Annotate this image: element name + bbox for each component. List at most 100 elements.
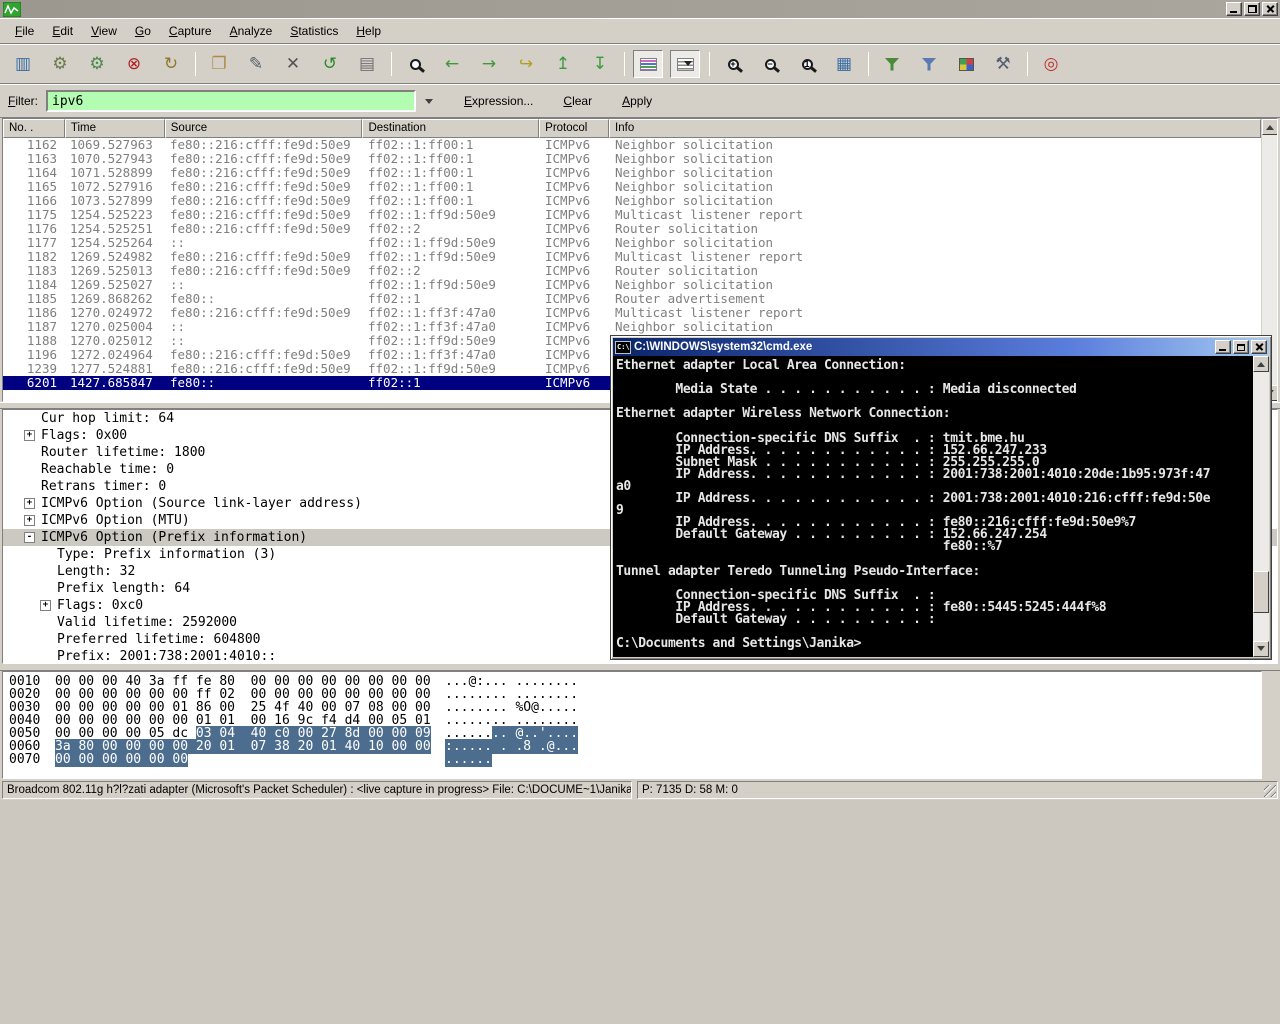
zoom-out-button[interactable]: −: [755, 50, 785, 78]
reload-capture-file-button[interactable]: ↺: [315, 50, 345, 78]
filter-input[interactable]: [46, 90, 416, 112]
cmd-close-button[interactable]: [1251, 340, 1267, 354]
find-packet-button[interactable]: [400, 50, 430, 78]
close-button[interactable]: [1262, 2, 1278, 16]
go-to-last-packet-button[interactable]: ↧: [585, 50, 615, 78]
packet-row[interactable]: 11851269.868262fe80::ff02::1ICMPv6Router…: [3, 292, 1261, 306]
display-filter-button[interactable]: [914, 50, 944, 78]
packet-row[interactable]: 11621069.527963fe80::216:cfff:fe9d:50e9f…: [3, 138, 1261, 152]
packet-row[interactable]: 11661073.527899fe80::216:cfff:fe9d:50e9f…: [3, 194, 1261, 208]
cell-dst: ff02::1:ff3f:47a0: [363, 348, 540, 362]
cell-info: Multicast listener report: [610, 306, 1261, 320]
cmd-scrollbar[interactable]: [1253, 356, 1269, 657]
detail-text: Router lifetime: 1800: [41, 445, 205, 460]
cmd-scroll-thumb[interactable]: [1253, 571, 1269, 613]
packet-row[interactable]: 11771254.525264::ff02::1:ff9d:50e9ICMPv6…: [3, 236, 1261, 250]
arrow-down-icon: [1257, 646, 1265, 655]
packet-row[interactable]: 11761254.525251fe80::216:cfff:fe9d:50e9f…: [3, 222, 1261, 236]
packet-row[interactable]: 11631070.527943fe80::216:cfff:fe9d:50e9f…: [3, 152, 1261, 166]
hex-row[interactable]: 007000 00 00 00 00 00......: [3, 753, 1261, 766]
hex-row[interactable]: 00603a 80 00 00 00 00 20 01 07 38 20 01 …: [3, 740, 1261, 753]
scroll-up-button[interactable]: [1262, 119, 1278, 135]
packet-row[interactable]: 11641071.528899fe80::216:cfff:fe9d:50e9f…: [3, 166, 1261, 180]
open-capture-file-button[interactable]: ❐: [204, 50, 234, 78]
column-header-nono[interactable]: No. .: [3, 119, 65, 138]
close-capture-file-icon: ✕: [286, 56, 300, 73]
zoom-100-button[interactable]: 1: [792, 50, 822, 78]
menu-capture[interactable]: Capture: [160, 21, 221, 41]
column-header-destination[interactable]: Destination: [362, 119, 539, 138]
packet-row[interactable]: 11861270.024972fe80::216:cfff:fe9d:50e9f…: [3, 306, 1261, 320]
expand-toggle-icon[interactable]: +: [24, 498, 35, 509]
resize-columns-button[interactable]: ▦: [829, 50, 859, 78]
go-to-first-packet-button[interactable]: ↥: [548, 50, 578, 78]
menu-statistics[interactable]: Statistics: [281, 21, 347, 41]
packet-row[interactable]: 11831269.525013fe80::216:cfff:fe9d:50e9f…: [3, 264, 1261, 278]
coloring-rules-button[interactable]: [951, 50, 981, 78]
cell-time: 1272.024964: [65, 348, 165, 362]
auto-scroll-live-capture-button[interactable]: [670, 50, 700, 78]
expand-toggle-icon[interactable]: +: [24, 515, 35, 526]
cell-dst: ff02::1:ff00:1: [363, 194, 540, 208]
column-header-protocol[interactable]: Protocol: [539, 119, 609, 138]
close-icon: [1266, 5, 1274, 13]
menu-file[interactable]: File: [6, 21, 43, 41]
expression-button[interactable]: Expression...: [460, 92, 537, 110]
go-forward-button[interactable]: →: [474, 50, 504, 78]
cell-proto: ICMPv6: [540, 306, 610, 320]
resize-grip[interactable]: [1264, 785, 1276, 797]
preferences-button[interactable]: ⚒: [988, 50, 1018, 78]
chevron-down-icon: [425, 99, 433, 108]
start-capture-button[interactable]: ⚙: [82, 50, 112, 78]
colorize-packet-list-button[interactable]: [633, 50, 663, 78]
cmd-scroll-down-button[interactable]: [1253, 641, 1269, 657]
wireshark-titlebar[interactable]: [0, 0, 1280, 18]
hex-ascii: ......: [445, 753, 492, 766]
column-header-info[interactable]: Info: [609, 119, 1261, 138]
clear-button[interactable]: Clear: [559, 92, 596, 110]
cmd-minimize-button[interactable]: [1215, 340, 1231, 354]
capture-filter-button[interactable]: [877, 50, 907, 78]
cmd-titlebar[interactable]: C:\ C:\WINDOWS\system32\cmd.exe: [613, 338, 1269, 356]
list-interfaces-button[interactable]: ▥: [8, 50, 38, 78]
pane-splitter-2[interactable]: [0, 664, 1280, 671]
minimize-button[interactable]: [1226, 2, 1242, 16]
packet-row[interactable]: 11651072.527916fe80::216:cfff:fe9d:50e9f…: [3, 180, 1261, 194]
close-capture-file-button[interactable]: ✕: [278, 50, 308, 78]
cmd-line: C:\Documents and Settings\Janika>: [616, 638, 1252, 650]
go-to-packet-button[interactable]: ↪: [511, 50, 541, 78]
zoom-in-button[interactable]: +: [718, 50, 748, 78]
hex-dump-pane[interactable]: 001000 00 00 40 3a ff fe 80 00 00 00 00 …: [2, 671, 1262, 779]
restart-capture-button[interactable]: ↻: [156, 50, 186, 78]
cell-no: 1176: [3, 222, 65, 236]
menu-view[interactable]: View: [82, 21, 126, 41]
cmd-line: IP Address. . . . . . . . . . . . : 2001…: [616, 469, 1252, 481]
stop-capture-button[interactable]: ⊗: [119, 50, 149, 78]
packet-row[interactable]: 11821269.524982fe80::216:cfff:fe9d:50e9f…: [3, 250, 1261, 264]
expand-toggle-icon[interactable]: +: [24, 430, 35, 441]
column-header-source[interactable]: Source: [165, 119, 363, 138]
apply-button[interactable]: Apply: [618, 92, 656, 110]
cmd-maximize-button[interactable]: [1233, 340, 1249, 354]
menu-edit[interactable]: Edit: [43, 21, 82, 41]
go-back-button[interactable]: ←: [437, 50, 467, 78]
expand-toggle-icon[interactable]: +: [40, 600, 51, 611]
menu-analyze[interactable]: Analyze: [221, 21, 282, 41]
restore-button[interactable]: [1244, 2, 1260, 16]
capture-options-button[interactable]: ⚙: [45, 50, 75, 78]
cell-no: 1163: [3, 152, 65, 166]
collapse-toggle-icon[interactable]: -: [24, 532, 35, 543]
packet-row[interactable]: 11871270.025004::ff02::1:ff3f:47a0ICMPv6…: [3, 320, 1261, 334]
cmd-scroll-up-button[interactable]: [1253, 356, 1269, 372]
cmd-terminal[interactable]: Ethernet adapter Local Area Connection: …: [613, 356, 1269, 657]
menu-help[interactable]: Help: [347, 21, 390, 41]
filter-dropdown-button[interactable]: [420, 92, 438, 110]
packet-row[interactable]: 11841269.525027::ff02::1:ff9d:50e9ICMPv6…: [3, 278, 1261, 292]
detail-text: Cur hop limit: 64: [41, 411, 174, 426]
help-button[interactable]: ◎: [1036, 50, 1066, 78]
packet-row[interactable]: 11751254.525223fe80::216:cfff:fe9d:50e9f…: [3, 208, 1261, 222]
menu-go[interactable]: Go: [126, 21, 160, 41]
column-header-time[interactable]: Time: [65, 119, 165, 138]
save-capture-file-button[interactable]: ✎: [241, 50, 271, 78]
print-packets-button[interactable]: ▤: [352, 50, 382, 78]
